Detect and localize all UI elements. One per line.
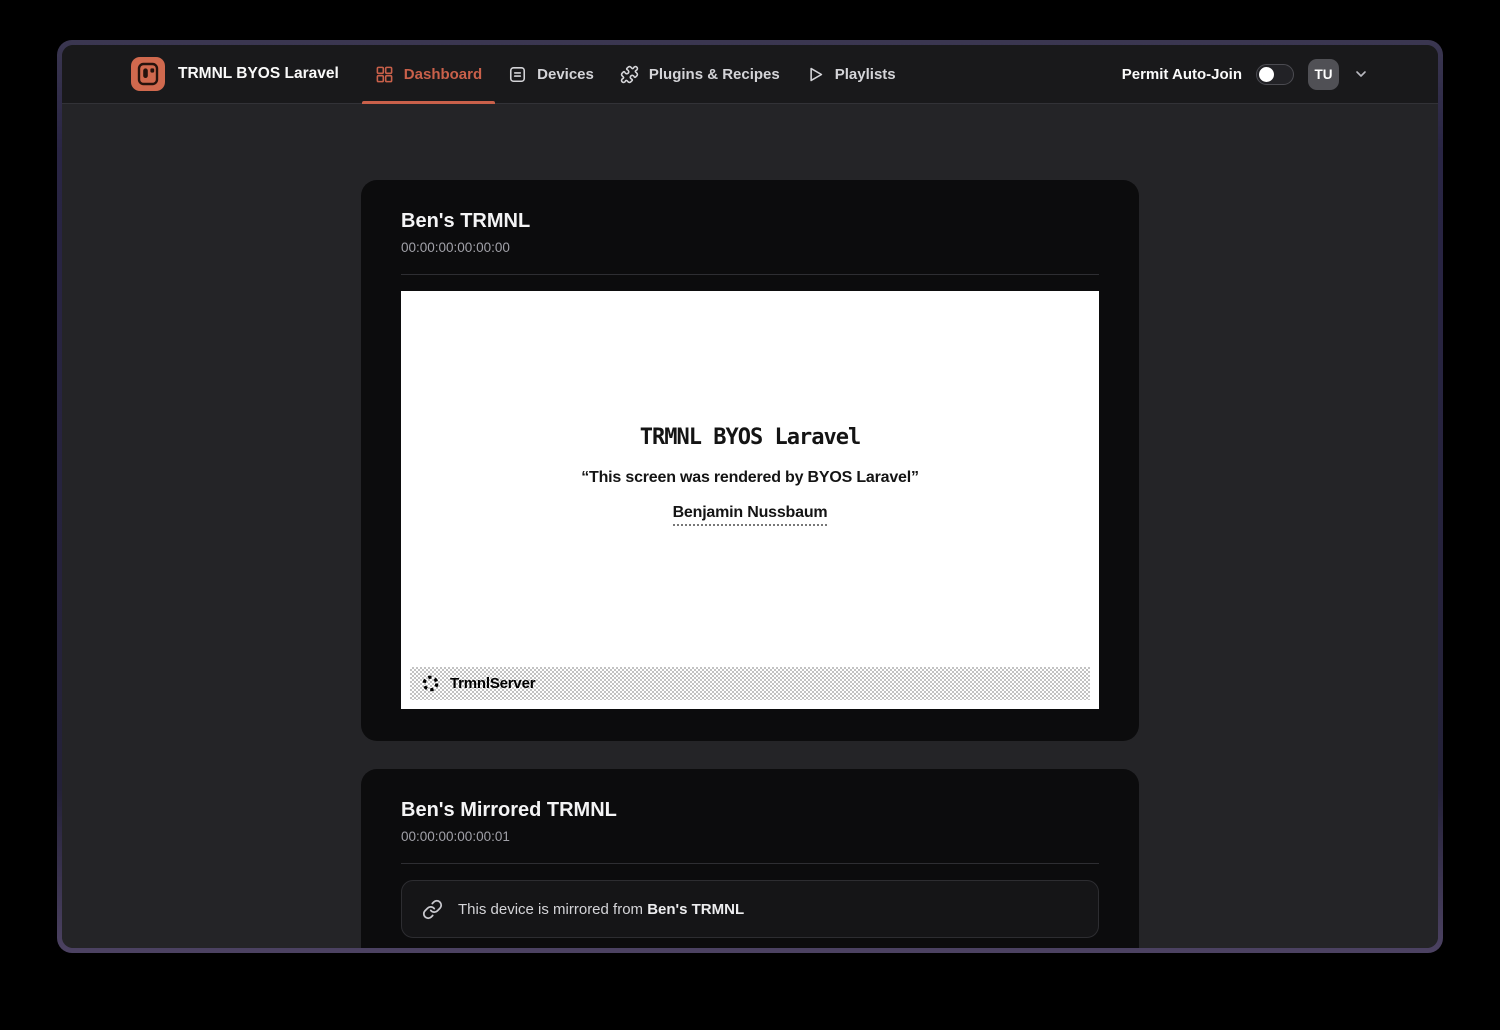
user-avatar[interactable]: TU	[1308, 59, 1339, 90]
toggle-knob	[1259, 67, 1274, 82]
screen-author: Benjamin Nussbaum	[673, 504, 828, 526]
device-list: Ben's TRMNL 00:00:00:00:00:00 TRMNL BYOS…	[361, 180, 1139, 948]
link-icon	[422, 899, 443, 920]
nav-item-label: Playlists	[835, 66, 896, 83]
nav-item-devices[interactable]: Devices	[495, 45, 607, 103]
brand-home-link[interactable]: TRMNL BYOS Laravel	[131, 45, 339, 103]
nav-item-label: Devices	[537, 66, 594, 83]
device-list-icon	[508, 65, 527, 84]
mirror-source-device: Ben's TRMNL	[647, 901, 744, 918]
navbar-right: Permit Auto-Join TU	[1122, 45, 1369, 103]
main-nav: Dashboard Devices Plugins & Recipes	[362, 45, 909, 103]
device-mac-address: 00:00:00:00:00:00	[401, 239, 1099, 257]
device-mac-address: 00:00:00:00:00:01	[401, 828, 1099, 846]
permit-auto-join-toggle[interactable]	[1256, 64, 1294, 85]
spinner-icon	[421, 674, 440, 693]
screen-author-row: Benjamin Nussbaum	[401, 504, 1099, 526]
nav-item-playlists[interactable]: Playlists	[793, 45, 909, 103]
screen-title: TRMNL BYOS Laravel	[401, 291, 1099, 450]
trmnl-logo	[131, 57, 165, 91]
nav-item-label: Plugins & Recipes	[649, 66, 780, 83]
dashboard-main: Ben's TRMNL 00:00:00:00:00:00 TRMNL BYOS…	[62, 104, 1438, 948]
grid-icon	[375, 65, 394, 84]
mirror-notice-prefix: This device is mirrored from	[458, 901, 647, 918]
mirror-notice-text: This device is mirrored from Ben's TRMNL	[458, 901, 744, 918]
device-card-bens-trmnl: Ben's TRMNL 00:00:00:00:00:00 TRMNL BYOS…	[361, 180, 1139, 741]
screen-plugin-name: TrmnlServer	[450, 675, 535, 692]
navbar: TRMNL BYOS Laravel Dashboard	[62, 45, 1438, 104]
user-menu-button[interactable]	[1353, 66, 1369, 82]
device-card-bens-mirrored-trmnl: Ben's Mirrored TRMNL 00:00:00:00:00:01 T…	[361, 769, 1139, 948]
app-window-frame: TRMNL BYOS Laravel Dashboard	[57, 40, 1443, 953]
screen-plugin-titlebar: TrmnlServer	[410, 667, 1090, 700]
permit-auto-join-label: Permit Auto-Join	[1122, 66, 1242, 83]
screen-quote: “This screen was rendered by BYOS Larave…	[401, 469, 1099, 487]
play-icon	[806, 65, 825, 84]
chevron-down-icon	[1353, 66, 1369, 82]
device-name: Ben's Mirrored TRMNL	[401, 797, 1099, 823]
divider	[401, 863, 1099, 864]
app-title: TRMNL BYOS Laravel	[178, 65, 339, 83]
app-window: TRMNL BYOS Laravel Dashboard	[62, 45, 1438, 948]
nav-item-label: Dashboard	[404, 66, 482, 83]
nav-item-plugins-recipes[interactable]: Plugins & Recipes	[607, 45, 793, 103]
divider	[401, 274, 1099, 275]
trmnl-device-icon	[131, 57, 165, 91]
device-name: Ben's TRMNL	[401, 208, 1099, 234]
mirror-notice: This device is mirrored from Ben's TRMNL	[401, 880, 1099, 938]
device-screen-preview: TRMNL BYOS Laravel “This screen was rend…	[401, 291, 1099, 709]
puzzle-icon	[620, 65, 639, 84]
nav-item-dashboard[interactable]: Dashboard	[362, 45, 495, 103]
